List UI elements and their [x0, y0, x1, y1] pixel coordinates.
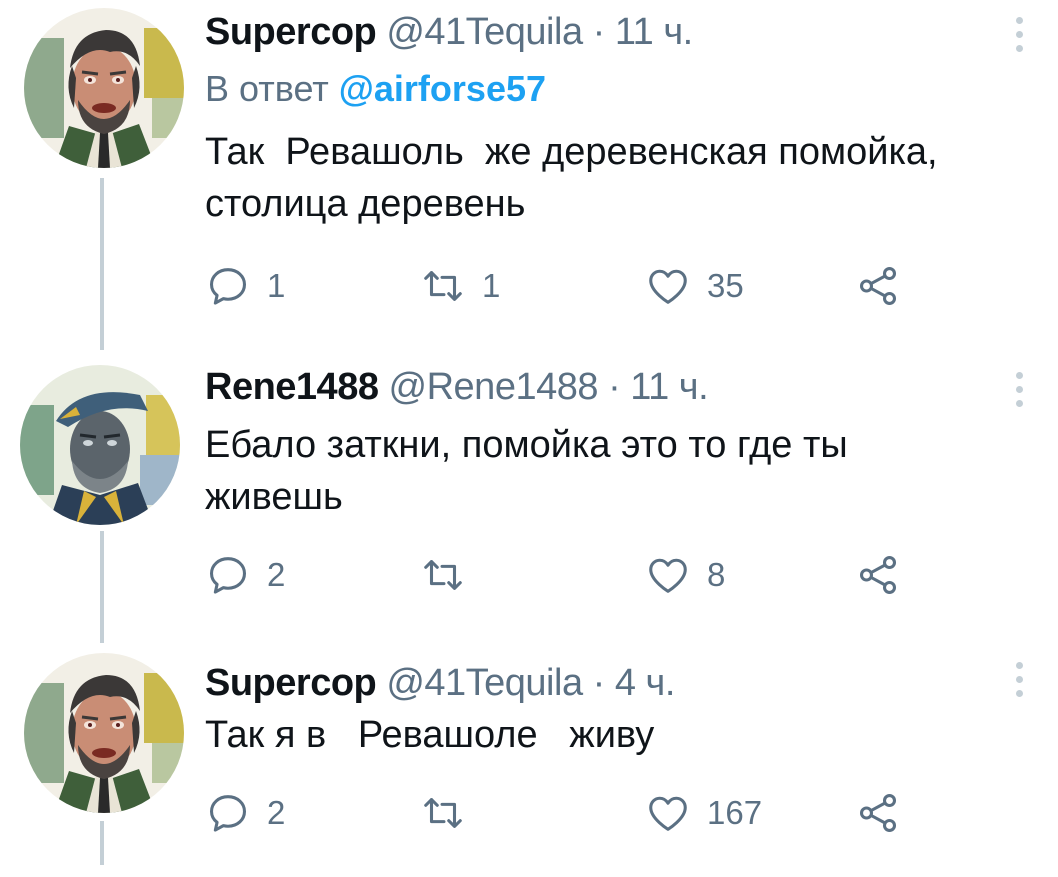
- user-handle[interactable]: @41Tequila: [386, 11, 583, 53]
- timestamp[interactable]: 11 ч.: [615, 11, 693, 53]
- more-icon: [1015, 399, 1023, 407]
- tweet[interactable]: Supercop @41Tequila · 4 ч. Так я в Реваш…: [0, 653, 1058, 877]
- avatar[interactable]: [24, 653, 184, 813]
- more-icon: [1015, 371, 1023, 379]
- reply-mention-link[interactable]: @airforse57: [339, 68, 546, 109]
- share-button[interactable]: [855, 550, 901, 600]
- like-button[interactable]: 8: [645, 550, 725, 600]
- tweet-header: Rene1488 @Rene1488 · 11 ч.: [205, 363, 709, 411]
- reply-button[interactable]: 2: [205, 788, 285, 838]
- retweet-button[interactable]: [420, 550, 482, 600]
- retweet-icon: [420, 263, 466, 309]
- like-button[interactable]: 167: [645, 788, 762, 838]
- action-bar: 2 167: [205, 788, 925, 838]
- reply-context: В ответ @airforse57: [205, 66, 546, 112]
- display-name[interactable]: Supercop: [205, 11, 377, 53]
- more-icon: [1015, 30, 1023, 38]
- like-count: 35: [707, 267, 744, 304]
- thread-line: [100, 178, 104, 350]
- more-options-button[interactable]: [1004, 365, 1034, 413]
- separator-dot: ·: [608, 366, 621, 408]
- more-icon: [1015, 675, 1023, 683]
- avatar[interactable]: [24, 8, 184, 168]
- more-icon: [1015, 385, 1023, 393]
- separator-dot: ·: [592, 11, 606, 53]
- tweet-text: Так я в Ревашоле живу: [205, 714, 655, 756]
- reply-count: 1: [267, 267, 286, 304]
- like-icon: [645, 790, 691, 836]
- thread-line: [100, 531, 104, 643]
- retweet-button[interactable]: [420, 788, 482, 838]
- thread-line: [100, 821, 104, 865]
- like-button[interactable]: 35: [645, 261, 744, 311]
- like-count: 8: [707, 556, 726, 593]
- reply-button[interactable]: 2: [205, 550, 285, 600]
- more-icon: [1015, 16, 1023, 24]
- share-button[interactable]: [855, 788, 901, 838]
- more-icon: [1015, 44, 1023, 52]
- share-button[interactable]: [855, 261, 901, 311]
- action-bar: 1 1 35: [205, 261, 925, 311]
- reply-count: 2: [267, 556, 286, 593]
- more-options-button[interactable]: [1004, 655, 1034, 703]
- share-icon: [855, 790, 901, 836]
- tweet-text: Ебало заткни, помойка это то где ты живе…: [205, 424, 848, 518]
- action-bar: 2 8: [205, 550, 925, 600]
- share-icon: [855, 263, 901, 309]
- retweet-icon: [420, 552, 466, 598]
- user-handle[interactable]: @Rene1488: [389, 366, 599, 408]
- tweet[interactable]: Supercop @41Tequila · 11 ч. В ответ @air…: [0, 8, 1058, 350]
- like-icon: [645, 263, 691, 309]
- reply-count: 2: [267, 794, 286, 831]
- more-icon: [1015, 689, 1023, 697]
- more-icon: [1015, 661, 1023, 669]
- more-options-button[interactable]: [1004, 10, 1034, 58]
- reply-prefix: В ответ: [205, 68, 329, 109]
- like-icon: [645, 552, 691, 598]
- tweet-header: Supercop @41Tequila · 4 ч.: [205, 659, 675, 707]
- display-name[interactable]: Supercop: [205, 662, 377, 704]
- retweet-icon: [420, 790, 466, 836]
- reply-icon: [205, 790, 251, 836]
- share-icon: [855, 552, 901, 598]
- retweet-button[interactable]: 1: [420, 261, 500, 311]
- reply-button[interactable]: 1: [205, 261, 285, 311]
- tweet-text: Так Ревашоль же деревенская помойка, сто…: [205, 131, 938, 225]
- display-name[interactable]: Rene1488: [205, 366, 379, 408]
- timestamp[interactable]: 11 ч.: [630, 366, 708, 408]
- avatar[interactable]: [20, 365, 180, 525]
- user-handle[interactable]: @41Tequila: [386, 662, 583, 704]
- retweet-count: 1: [482, 267, 501, 304]
- timestamp[interactable]: 4 ч.: [615, 662, 676, 704]
- separator-dot: ·: [592, 662, 606, 704]
- reply-icon: [205, 552, 251, 598]
- reply-icon: [205, 263, 251, 309]
- tweet[interactable]: Rene1488 @Rene1488 · 11 ч. Ебало заткни,…: [0, 363, 1058, 643]
- like-count: 167: [707, 794, 763, 831]
- tweet-header: Supercop @41Tequila · 11 ч.: [205, 8, 693, 56]
